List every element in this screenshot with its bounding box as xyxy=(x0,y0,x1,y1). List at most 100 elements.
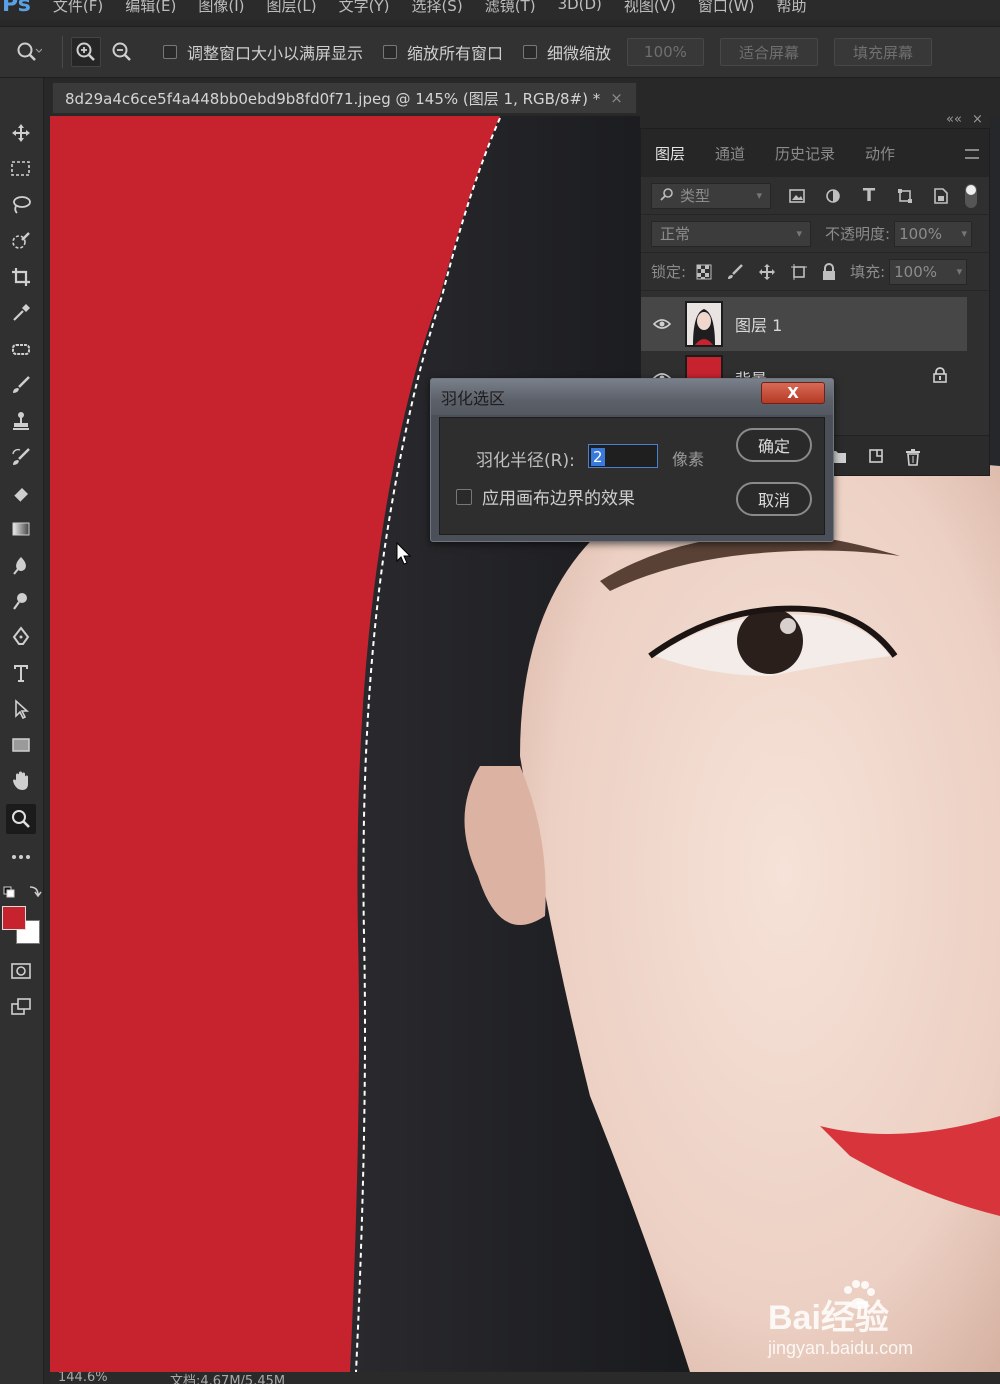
menu-edit[interactable]: 编辑(E) xyxy=(125,0,176,16)
resize-windows-label: 调整窗口大小以满屏显示 xyxy=(187,44,364,63)
fit-screen-button[interactable]: 适合屏幕 xyxy=(719,38,818,66)
checkbox-box[interactable] xyxy=(383,45,398,59)
menu-filter[interactable]: 滤镜(T) xyxy=(485,0,536,16)
chevron-down-icon[interactable]: ▾ xyxy=(957,265,963,278)
stamp-icon[interactable] xyxy=(6,406,36,436)
shape-filter-icon[interactable] xyxy=(895,186,915,206)
type-filter-icon[interactable]: T xyxy=(859,185,879,206)
zoom-in-icon[interactable] xyxy=(71,37,101,67)
menu-help[interactable]: 帮助 xyxy=(776,0,806,16)
tab-layers[interactable]: 图层 xyxy=(655,143,685,164)
fill-label: 填充: xyxy=(850,263,886,281)
history-brush-icon[interactable] xyxy=(6,442,36,472)
more-icon[interactable] xyxy=(6,842,36,872)
lock-pixels-icon[interactable] xyxy=(726,263,744,281)
delete-layer-icon[interactable] xyxy=(905,448,923,466)
filter-toggle-icon[interactable] xyxy=(965,183,977,208)
menu-window[interactable]: 窗口(W) xyxy=(698,0,755,16)
menu-select[interactable]: 选择(S) xyxy=(411,0,462,16)
crop-icon[interactable] xyxy=(6,262,36,292)
opacity-value: 100% xyxy=(899,224,942,243)
opacity-input[interactable]: 100% ▾ xyxy=(894,220,973,247)
zoom-out-icon[interactable] xyxy=(107,37,137,67)
checkbox-box[interactable] xyxy=(523,45,538,59)
marquee-icon[interactable] xyxy=(6,154,36,184)
swap-colors-icon[interactable] xyxy=(0,878,44,908)
chevron-down-icon[interactable]: ▾ xyxy=(962,227,968,240)
checkbox-box[interactable] xyxy=(163,45,177,59)
document-tab[interactable]: 8d29a4c6ce5f4a448bb0ebd9b8fd0f71.jpeg @ … xyxy=(52,82,637,114)
menu-image[interactable]: 图像(I) xyxy=(198,0,244,16)
zoom-tool-preset-icon[interactable] xyxy=(14,37,44,67)
hand-icon[interactable] xyxy=(6,766,36,796)
blend-mode-select[interactable]: 正常 ▾ xyxy=(651,220,811,247)
brush-icon[interactable] xyxy=(6,370,36,400)
zoom-icon[interactable] xyxy=(6,804,36,834)
adjustment-filter-icon[interactable] xyxy=(823,186,843,206)
status-bar: 144.6% 文档:4.67M/5.45M xyxy=(50,1372,1000,1384)
feather-selection-dialog: 羽化选区 X 羽化半径(R): 2 像素 应用画布边界的效果 确定 取消 xyxy=(430,378,834,542)
scrubby-zoom-checkbox[interactable]: 细微缩放 xyxy=(523,40,611,64)
dodge-icon[interactable] xyxy=(6,586,36,616)
dialog-body: 羽化半径(R): 2 像素 应用画布边界的效果 确定 取消 xyxy=(439,417,825,535)
feather-radius-label: 羽化半径(R): xyxy=(476,451,575,471)
resize-windows-checkbox[interactable]: 调整窗口大小以满屏显示 xyxy=(163,40,363,64)
fill-screen-button[interactable]: 填充屏幕 xyxy=(833,38,932,66)
cancel-button[interactable]: 取消 xyxy=(736,482,812,516)
ok-button[interactable]: 确定 xyxy=(736,428,812,462)
foreground-color-swatch[interactable] xyxy=(2,906,26,930)
tab-history[interactable]: 历史记录 xyxy=(775,143,835,164)
color-swatches[interactable] xyxy=(2,906,42,946)
lasso-icon[interactable] xyxy=(6,190,36,220)
panel-menu-icon[interactable] xyxy=(965,149,979,159)
quick-mask-icon[interactable] xyxy=(6,956,36,986)
blur-icon[interactable] xyxy=(6,550,36,580)
healing-icon[interactable] xyxy=(6,334,36,364)
eraser-icon[interactable] xyxy=(6,478,36,508)
eye-icon[interactable] xyxy=(653,318,671,330)
fill-input[interactable]: 100% ▾ xyxy=(889,258,968,285)
zoom-all-label: 缩放所有窗口 xyxy=(407,44,504,63)
lock-position-icon[interactable] xyxy=(758,263,776,281)
options-bar: 调整窗口大小以满屏显示 缩放所有窗口 细微缩放 100% 适合屏幕 填充屏幕 xyxy=(0,26,1000,78)
move-icon[interactable] xyxy=(6,118,36,148)
screen-mode-icon[interactable] xyxy=(6,992,36,1022)
menu-3d[interactable]: 3D(D) xyxy=(558,0,602,13)
eyedropper-icon[interactable] xyxy=(6,298,36,328)
new-layer-icon[interactable] xyxy=(867,448,885,464)
fill-value: 100% xyxy=(894,262,938,281)
layer-row-layer1[interactable]: 图层 1 xyxy=(641,297,967,351)
menu-type[interactable]: 文字(Y) xyxy=(339,0,390,16)
rectangle-icon[interactable] xyxy=(6,730,36,760)
lock-artboard-icon[interactable] xyxy=(790,263,808,281)
feather-radius-input[interactable]: 2 xyxy=(588,444,658,468)
lock-all-icon[interactable] xyxy=(822,262,836,281)
close-document-icon[interactable]: × xyxy=(610,89,623,107)
apply-canvas-edge-checkbox[interactable]: 应用画布边界的效果 xyxy=(456,484,635,509)
tools-panel xyxy=(0,78,44,1384)
menu-layer[interactable]: 图层(L) xyxy=(267,0,317,16)
image-filter-icon[interactable] xyxy=(787,186,807,206)
lock-icon[interactable] xyxy=(933,367,947,387)
watermark-text: Bai经验 xyxy=(768,1299,889,1337)
tab-actions[interactable]: 动作 xyxy=(865,143,895,164)
menu-view[interactable]: 视图(V) xyxy=(624,0,676,16)
checkbox-box[interactable] xyxy=(456,488,472,505)
path-select-icon[interactable] xyxy=(6,694,36,724)
collapse-panel-icon[interactable]: «« xyxy=(946,112,962,127)
close-panel-icon[interactable]: × xyxy=(972,112,983,127)
tab-channels[interactable]: 通道 xyxy=(715,143,745,164)
menu-file[interactable]: 文件(F) xyxy=(53,0,103,16)
type-icon[interactable] xyxy=(6,658,36,688)
pen-icon[interactable] xyxy=(6,622,36,652)
gradient-icon[interactable] xyxy=(6,514,36,544)
smart-object-filter-icon[interactable] xyxy=(931,186,951,206)
zoom-all-windows-checkbox[interactable]: 缩放所有窗口 xyxy=(383,40,503,64)
dialog-close-button[interactable]: X xyxy=(761,382,825,404)
lock-transparent-icon[interactable] xyxy=(696,264,712,280)
watermark-url: jingyan.baidu.com xyxy=(768,1338,914,1358)
panel-header-strip: «« × xyxy=(640,112,990,128)
layer-filter-select[interactable]: 类型 ▾ xyxy=(651,182,771,209)
zoom-100-button[interactable]: 100% xyxy=(627,38,704,66)
quick-select-icon[interactable] xyxy=(6,226,36,256)
